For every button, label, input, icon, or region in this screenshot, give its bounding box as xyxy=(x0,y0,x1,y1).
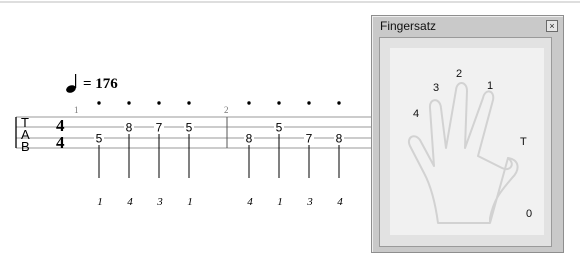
close-icon[interactable]: × xyxy=(546,20,558,32)
note-dot xyxy=(157,101,161,105)
finger-label-2[interactable]: 2 xyxy=(456,68,462,80)
note-dot xyxy=(187,101,191,105)
fingering-number: 1 xyxy=(187,196,193,208)
tempo-marking: = 176 xyxy=(66,74,118,93)
clef-b: B xyxy=(21,139,30,154)
note-dot xyxy=(127,101,131,105)
fret-number[interactable]: 5 xyxy=(276,121,283,135)
fret-number[interactable]: 7 xyxy=(306,132,313,146)
finger-label-3[interactable]: 3 xyxy=(433,82,439,94)
fingering-number: 3 xyxy=(156,196,163,208)
fingering-number: 4 xyxy=(337,196,343,208)
fret-number[interactable]: 8 xyxy=(336,132,343,146)
tempo-text: = 176 xyxy=(83,76,118,92)
note-dot xyxy=(97,101,101,105)
fret-number[interactable]: 5 xyxy=(96,132,103,146)
fingersatz-panel[interactable]: Fingersatz × 4 3 2 1 T 0 xyxy=(371,15,564,253)
panel-body: 4 3 2 1 T 0 xyxy=(379,37,552,247)
note-dot xyxy=(307,101,311,105)
fingering-number: 1 xyxy=(97,196,103,208)
fingering-number: 4 xyxy=(127,196,133,208)
finger-label-1[interactable]: 1 xyxy=(487,80,493,92)
fret-number[interactable]: 8 xyxy=(126,121,133,135)
fret-number[interactable]: 8 xyxy=(246,132,253,146)
fingering-number: 3 xyxy=(306,196,313,208)
measure-number-1: 1 xyxy=(74,105,79,115)
hand-canvas: 4 3 2 1 T 0 xyxy=(390,48,544,235)
time-sig-bottom: 4 xyxy=(56,133,65,152)
measure-number-2: 2 xyxy=(224,105,229,115)
fret-number[interactable]: 5 xyxy=(186,121,193,135)
note-dot xyxy=(277,101,281,105)
fingering-number: 1 xyxy=(277,196,283,208)
panel-title: Fingersatz xyxy=(380,19,437,33)
note-dot xyxy=(247,101,251,105)
finger-label-thumb[interactable]: T xyxy=(520,136,527,148)
finger-label-4[interactable]: 4 xyxy=(413,108,419,120)
note-dot xyxy=(337,101,341,105)
finger-label-open[interactable]: 0 xyxy=(526,208,532,220)
fingering-number: 4 xyxy=(247,196,253,208)
fret-number[interactable]: 7 xyxy=(156,121,163,135)
